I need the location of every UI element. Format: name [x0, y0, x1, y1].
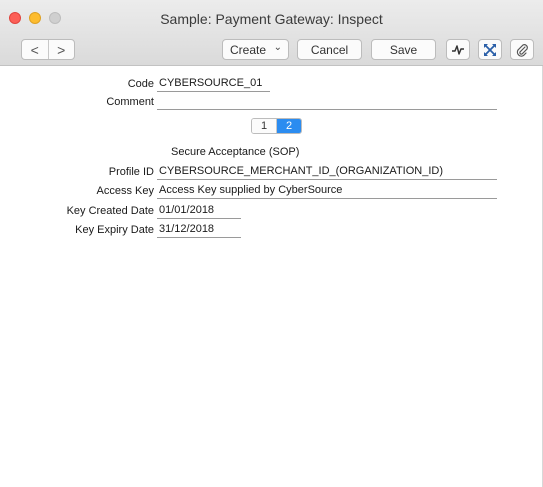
- create-label: Create: [230, 42, 267, 57]
- chevron-right-icon: >: [57, 41, 66, 58]
- key-expiry-date-label: Key Expiry Date: [75, 224, 154, 236]
- access-key-label: Access Key: [96, 185, 154, 197]
- key-expiry-date-field[interactable]: 31/12/2018: [157, 223, 241, 238]
- page-switcher: 1 2: [251, 118, 302, 134]
- code-field[interactable]: CYBERSOURCE_01: [157, 77, 270, 92]
- back-button[interactable]: <: [22, 40, 49, 59]
- page-2-tab[interactable]: 2: [277, 119, 301, 133]
- activity-button[interactable]: [446, 39, 470, 60]
- paperclip-icon: [516, 43, 528, 57]
- save-button[interactable]: Save: [371, 39, 436, 60]
- chevron-left-icon: <: [30, 41, 39, 58]
- code-label: Code: [127, 78, 154, 90]
- page-1-tab[interactable]: 1: [252, 119, 277, 133]
- create-dropdown[interactable]: Create ⌄: [222, 39, 289, 60]
- chevron-down-icon: ⌄: [273, 42, 282, 53]
- access-key-field[interactable]: Access Key supplied by CyberSource: [157, 184, 497, 199]
- section-title: Secure Acceptance (SOP): [171, 146, 300, 158]
- inspect-window: Sample: Payment Gateway: Inspect < > Cre…: [0, 0, 543, 487]
- navigation-group: < >: [21, 39, 75, 60]
- key-created-date-label: Key Created Date: [66, 205, 154, 217]
- window-title: Sample: Payment Gateway: Inspect: [160, 11, 383, 27]
- comment-label: Comment: [106, 96, 154, 108]
- profile-id-field[interactable]: CYBERSOURCE_MERCHANT_ID_(ORGANIZATION_ID…: [157, 165, 497, 180]
- title-bar: Sample: Payment Gateway: Inspect < > Cre…: [0, 0, 543, 66]
- comment-field[interactable]: [157, 95, 497, 110]
- activity-icon: [452, 44, 464, 55]
- key-created-date-field[interactable]: 01/01/2018: [157, 204, 241, 219]
- forward-button[interactable]: >: [49, 40, 75, 59]
- expand-icon: [484, 43, 496, 56]
- profile-id-label: Profile ID: [108, 166, 154, 178]
- attachment-button[interactable]: [510, 39, 534, 60]
- cancel-button[interactable]: Cancel: [297, 39, 362, 60]
- expand-button[interactable]: [478, 39, 502, 60]
